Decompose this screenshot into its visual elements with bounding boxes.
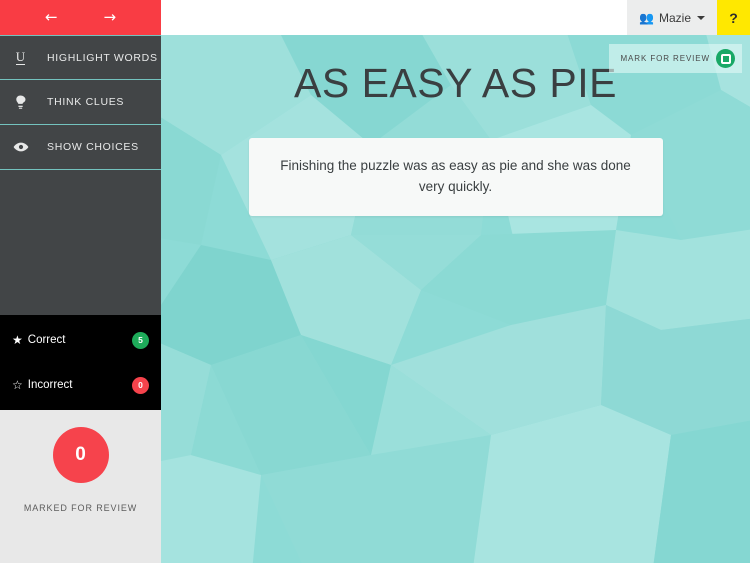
marked-for-review-count: 0: [52, 427, 109, 483]
help-button[interactable]: ?: [717, 0, 750, 35]
users-group-icon: 👥: [639, 10, 654, 25]
tool-list: U HIGHLIGHT WORDS THINK CLUES SHOW CHOIC…: [0, 35, 161, 170]
left-sidebar: U HIGHLIGHT WORDS THINK CLUES SHOW CHOIC…: [0, 35, 161, 563]
score-stats-panel: ★ Correct 5 ☆ Incorrect 0: [0, 315, 161, 410]
sidebar-item-label: SHOW CHOICES: [47, 141, 139, 153]
eye-icon: [12, 142, 29, 152]
sentence-text: Finishing the puzzle was as easy as pie …: [280, 158, 631, 194]
stat-correct-left: ★ Correct: [12, 334, 132, 346]
main-content: MARK FOR REVIEW AS EASY AS PIE Finishing…: [161, 35, 750, 563]
stat-correct-badge: 5: [132, 331, 149, 349]
marked-for-review-panel: 0 MARKED FOR REVIEW: [0, 410, 161, 563]
lightbulb-icon: [12, 95, 29, 110]
stat-incorrect-label: Incorrect: [27, 379, 73, 391]
sidebar-item-highlight-words[interactable]: U HIGHLIGHT WORDS: [0, 35, 161, 80]
top-header-bar: ← → 👥 Mazie ?: [0, 0, 750, 35]
question-mark-icon: ?: [729, 9, 738, 26]
underline-u-icon: U: [15, 48, 26, 66]
star-outline-icon: ☆: [12, 378, 23, 392]
stat-correct-label: Correct: [27, 334, 66, 346]
sidebar-item-label: HIGHLIGHT WORDS: [47, 51, 158, 64]
sidebar-item-label: THINK CLUES: [47, 96, 125, 108]
navigation-arrows: ← →: [0, 0, 161, 35]
sidebar-item-think-clues[interactable]: THINK CLUES: [0, 80, 161, 125]
star-filled-icon: ★: [12, 333, 23, 347]
mark-for-review-label: MARK FOR REVIEW: [620, 54, 710, 63]
user-menu[interactable]: 👥 Mazie: [627, 0, 717, 35]
arrow-right-icon[interactable]: →: [103, 10, 116, 25]
stop-square-icon: [716, 49, 735, 68]
sidebar-item-show-choices[interactable]: SHOW CHOICES: [0, 125, 161, 170]
stat-incorrect-badge: 0: [132, 376, 149, 394]
sidebar-filler: [0, 170, 161, 315]
quiz-app: ← → 👥 Mazie ? U HIGHLIGHT WORDS THINK CL…: [0, 0, 750, 563]
sentence-card: Finishing the puzzle was as easy as pie …: [248, 138, 663, 216]
stat-incorrect-left: ☆ Incorrect: [12, 379, 132, 391]
mark-for-review-button[interactable]: MARK FOR REVIEW: [609, 44, 742, 73]
page-title: AS EASY AS PIE: [293, 60, 618, 106]
user-menu-label: Mazie: [658, 10, 691, 25]
arrow-left-icon[interactable]: ←: [45, 10, 58, 25]
stat-row-correct: ★ Correct 5: [12, 329, 149, 351]
marked-for-review-label: MARKED FOR REVIEW: [23, 503, 138, 513]
stat-row-incorrect: ☆ Incorrect 0: [12, 374, 149, 396]
caret-down-icon: [697, 15, 705, 20]
header-spacer: [161, 0, 628, 35]
